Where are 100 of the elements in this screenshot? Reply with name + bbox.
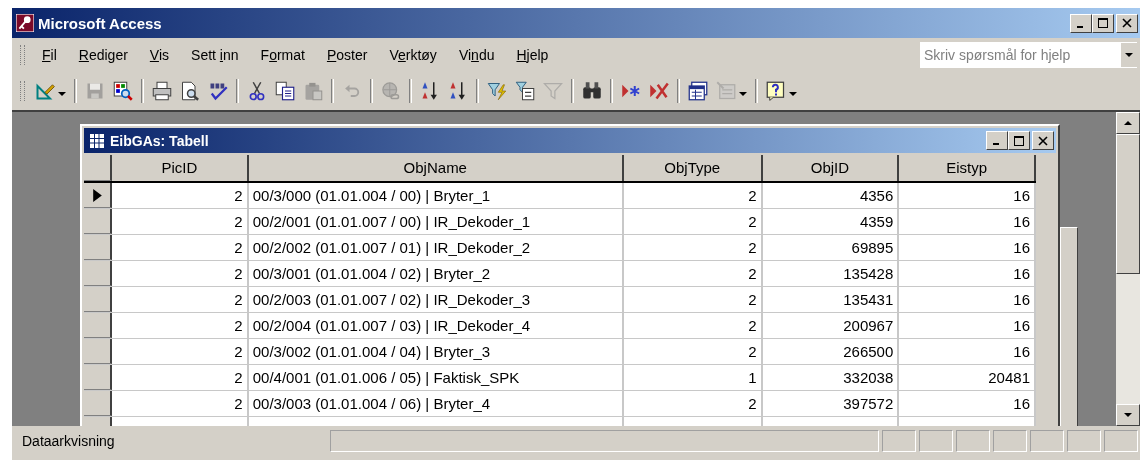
table-cell: 16 [899, 313, 1036, 338]
form-icon [716, 81, 736, 101]
triangle-cross-icon [649, 81, 669, 101]
status-panel [882, 430, 916, 452]
table-cell: 16 [899, 287, 1036, 312]
minimize-icon [1076, 25, 1083, 28]
record-selector[interactable] [84, 209, 112, 234]
help-search-field[interactable]: Skriv spørsmål for hjelp [919, 41, 1138, 69]
table-cell: 16 [899, 391, 1036, 416]
table-cell: 2 [623, 235, 763, 260]
record-selector[interactable] [84, 365, 112, 390]
windows-table-icon [688, 81, 708, 101]
menu-item[interactable]: Verktøy [378, 47, 448, 63]
record-selector[interactable] [84, 261, 112, 286]
status-panel [993, 430, 1027, 452]
menu-item[interactable]: Poster [315, 47, 379, 63]
menu-item[interactable]: Format [249, 47, 316, 63]
page-magnifier-icon [180, 81, 200, 101]
datasheet-title: EibGAs: Tabell [110, 132, 209, 149]
close-button[interactable] [1032, 131, 1054, 150]
minimize-button[interactable] [1070, 13, 1092, 33]
record-selector[interactable] [84, 235, 112, 260]
help-icon [766, 81, 786, 101]
select-all-corner[interactable] [84, 155, 112, 181]
table-cell: 2 [623, 339, 763, 364]
record-selector[interactable] [84, 391, 112, 416]
table-cell: 16 [899, 339, 1036, 364]
column-header[interactable]: ObjType [623, 155, 763, 181]
globe-icon [381, 81, 401, 101]
menu-item[interactable]: Fil [31, 47, 68, 63]
record-selector[interactable] [84, 183, 112, 208]
table-cell: 1 [623, 365, 763, 390]
close-icon [1122, 18, 1132, 28]
table-cell: 16 [899, 261, 1036, 286]
table-cell: 00/3/002 (01.01.004 / 04) | Bryter_3 [248, 339, 624, 364]
table-cell: 16 [899, 183, 1036, 208]
menu-item[interactable]: Hjelp [505, 47, 560, 63]
table-cell: 135428 [762, 261, 900, 286]
table-cell: 2 [112, 365, 249, 390]
table-cell: 4356 [762, 183, 900, 208]
table-cell: 2 [112, 209, 249, 234]
minimize-icon [992, 143, 999, 145]
table-cell: 2 [112, 235, 249, 260]
minimize-button[interactable] [986, 131, 1008, 150]
status-panel [1067, 430, 1101, 452]
table-cell: 2 [112, 183, 249, 208]
column-header[interactable]: Eistyp [899, 155, 1036, 181]
column-header[interactable]: PicID [112, 155, 249, 181]
table-cell: 20481 [899, 365, 1036, 390]
table-cell: 00/2/004 (01.01.007 / 03) | IR_Dekoder_4 [248, 313, 624, 338]
record-selector[interactable] [84, 313, 112, 338]
record-selector[interactable] [84, 287, 112, 312]
check-mark-icon [208, 81, 228, 101]
close-icon [1038, 135, 1048, 146]
funnel-form-icon [515, 81, 535, 101]
table-cell: 4359 [762, 209, 900, 234]
table-cell: 00/4/001 (01.01.006 / 05) | Faktisk_SPK [248, 365, 624, 390]
record-selector[interactable] [84, 339, 112, 364]
maximize-button[interactable] [1092, 13, 1114, 33]
funnel-lightning-icon [487, 81, 507, 101]
column-header[interactable]: ObjName [248, 155, 624, 181]
table-cell: 2 [112, 391, 249, 416]
scissors-icon [247, 81, 267, 101]
key-icon [16, 14, 34, 32]
menu-item[interactable]: Rediger [67, 47, 139, 63]
table-cell: 2 [623, 261, 763, 286]
column-header[interactable]: ObjID [762, 155, 900, 181]
table-cell: 2 [623, 313, 763, 338]
table-cell: 397572 [762, 391, 900, 416]
table-cell: 00/3/001 (01.01.004 / 02) | Bryter_2 [248, 261, 624, 286]
status-panel [956, 430, 990, 452]
table-cell: 2 [112, 287, 249, 312]
table-cell: 2 [112, 261, 249, 286]
table-cell: 2 [623, 391, 763, 416]
maximize-button[interactable] [1008, 131, 1030, 150]
table-cell: 00/3/003 (01.01.004 / 06) | Bryter_4 [248, 391, 624, 416]
status-panel [1030, 430, 1064, 452]
magnifier-page-icon [113, 81, 133, 101]
table-cell: 200967 [762, 313, 900, 338]
table-cell: 2 [623, 287, 763, 312]
table-cell: 16 [899, 235, 1036, 260]
table-cell: 332038 [762, 365, 900, 390]
table-cell: 266500 [762, 339, 900, 364]
table-cell: 00/2/001 (01.01.007 / 00) | IR_Dekoder_1 [248, 209, 624, 234]
menu-item[interactable]: Vindu [447, 47, 506, 63]
funnel-icon [543, 81, 563, 101]
maximize-icon [1014, 135, 1024, 146]
table-cell: 2 [112, 313, 249, 338]
table-icon [90, 133, 104, 148]
binoculars-icon [582, 81, 602, 101]
vertical-scrollbar[interactable] [1116, 112, 1140, 426]
table-cell: 00/2/003 (01.01.007 / 02) | IR_Dekoder_3 [248, 287, 624, 312]
ruler-pencil-icon [35, 81, 55, 101]
close-button[interactable] [1116, 13, 1138, 33]
copy-icon [275, 81, 295, 101]
maximize-icon [1098, 18, 1108, 28]
menu-item[interactable]: Sett inn [180, 47, 250, 63]
window-title: Microsoft Access [38, 14, 162, 32]
menu-item[interactable]: Vis [138, 47, 181, 63]
table-cell: 69895 [762, 235, 900, 260]
